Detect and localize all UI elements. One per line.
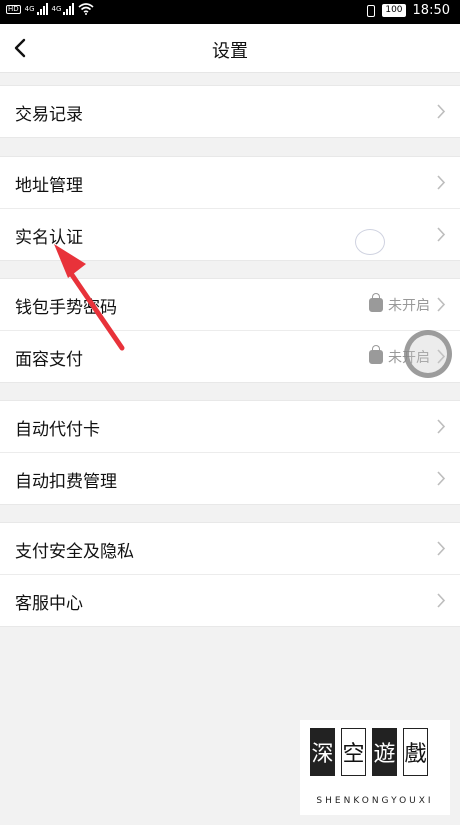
logo-tiles: 深 空 遊 戲	[310, 728, 428, 776]
clock: 18:50	[412, 3, 450, 18]
settings-group-5: 支付安全及隐私 客服中心	[0, 522, 460, 627]
touch-indicator	[404, 330, 452, 378]
settings-group-4: 自动代付卡 自动扣费管理	[0, 400, 460, 505]
list-item-transaction-records[interactable]: 交易记录	[0, 86, 460, 137]
wifi-icon	[78, 3, 94, 15]
status-bar: HD 4G 4G 100 18:50	[0, 0, 460, 24]
status-right: 100 18:50	[367, 3, 450, 18]
status-badge: 未开启	[369, 293, 430, 315]
network-type: 4G	[24, 5, 35, 13]
logo-char: 深	[310, 728, 335, 776]
list-item-auto-deduction-management[interactable]: 自动扣费管理	[0, 453, 460, 504]
signal-icon	[36, 3, 48, 15]
status-text: 未开启	[388, 298, 430, 314]
signal-icon-2	[63, 3, 75, 15]
lock-icon	[369, 345, 383, 364]
network-type-2: 4G	[51, 5, 62, 13]
list-item-label: 自动代付卡	[15, 420, 100, 440]
chevron-right-icon	[437, 593, 446, 608]
settings-group-1: 交易记录	[0, 85, 460, 138]
chevron-right-icon	[437, 175, 446, 190]
page-title: 设置	[212, 41, 248, 62]
list-item-payment-security-privacy[interactable]: 支付安全及隐私	[0, 523, 460, 575]
list-item-label: 地址管理	[15, 176, 83, 196]
hd-icon: HD	[6, 4, 21, 14]
signal-indicators: HD 4G 4G	[6, 3, 94, 15]
list-item-address-management[interactable]: 地址管理	[0, 157, 460, 209]
chevron-right-icon	[437, 471, 446, 486]
nav-bar: 设置	[0, 24, 460, 73]
chevron-right-icon	[437, 227, 446, 242]
chevron-right-icon	[437, 541, 446, 556]
list-item-auto-pay-card[interactable]: 自动代付卡	[0, 401, 460, 453]
touch-indicator-small	[355, 229, 385, 255]
vibrate-icon	[367, 4, 376, 17]
lock-icon	[369, 293, 383, 312]
watermark-logo: 深 空 遊 戲 SHENKONGYOUXI	[300, 720, 450, 815]
list-item-customer-service[interactable]: 客服中心	[0, 575, 460, 626]
annotation-arrow-icon	[54, 244, 125, 351]
chevron-right-icon	[437, 419, 446, 434]
battery-icon: 100	[382, 4, 406, 17]
list-item-label: 交易记录	[15, 105, 83, 125]
logo-char: 遊	[372, 728, 397, 776]
chevron-right-icon	[437, 297, 446, 312]
list-item-label: 自动扣费管理	[15, 472, 117, 492]
logo-char: 空	[341, 728, 366, 776]
logo-text: SHENKONGYOUXI	[316, 796, 434, 806]
logo-char: 戲	[403, 728, 428, 776]
chevron-right-icon	[437, 104, 446, 119]
list-item-label: 支付安全及隐私	[15, 542, 134, 562]
list-item-label: 客服中心	[15, 594, 83, 614]
